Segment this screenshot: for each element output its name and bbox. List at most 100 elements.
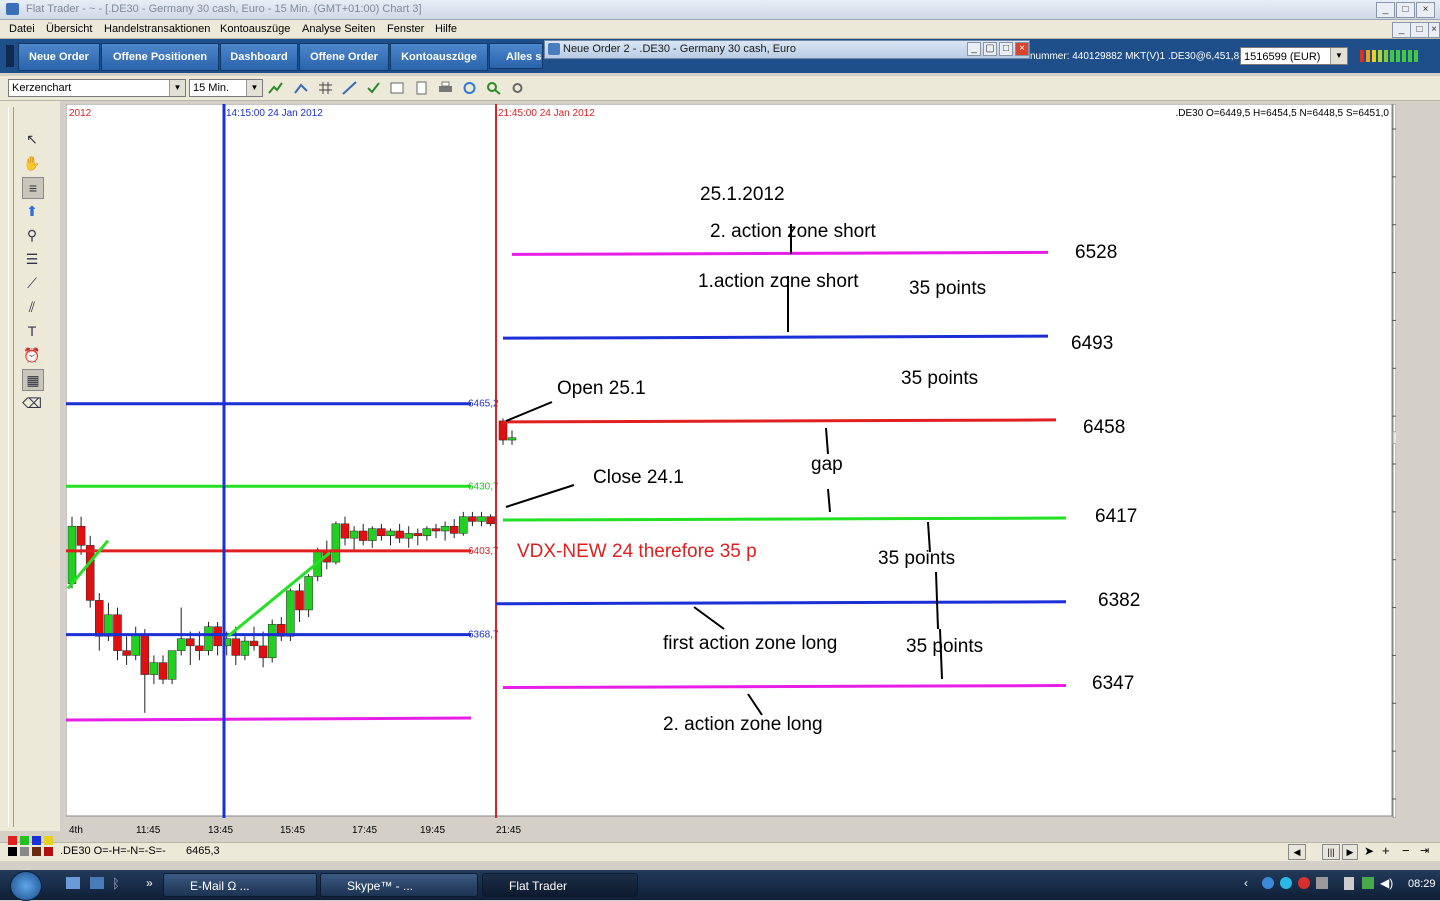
grid-icon[interactable] bbox=[318, 81, 333, 95]
menu-analyse-seiten[interactable]: Analyse Seiten bbox=[302, 23, 375, 35]
fit-icon[interactable]: ⇥ bbox=[1420, 844, 1429, 857]
text-tool-icon[interactable]: T bbox=[22, 321, 42, 341]
show-desktop-icon[interactable] bbox=[66, 877, 80, 889]
minimize-icon[interactable]: _ bbox=[1376, 2, 1395, 18]
mdi-minimize-icon[interactable]: _ bbox=[1392, 22, 1411, 38]
tray-update-icon[interactable] bbox=[1362, 877, 1374, 889]
tab-dashboard[interactable]: Dashboard bbox=[220, 43, 298, 71]
annotation-points-2: 35 points bbox=[901, 368, 978, 389]
level-line-right[interactable] bbox=[502, 516, 1067, 522]
color-swatch-darkred[interactable] bbox=[44, 847, 53, 856]
mdi-close-icon[interactable]: × bbox=[1428, 22, 1440, 38]
color-swatch-gray[interactable] bbox=[20, 847, 29, 856]
chart-area[interactable]: 6580,06560,06540,06520,06500,06480,06460… bbox=[66, 104, 1396, 818]
tab-alles[interactable]: Alles s bbox=[489, 43, 543, 69]
chevron-down-icon[interactable]: ▼ bbox=[1330, 48, 1347, 64]
tab-neue-order[interactable]: Neue Order bbox=[18, 43, 100, 71]
fibonacci-icon[interactable]: ☰ bbox=[22, 249, 42, 269]
mdi-restore-icon[interactable]: □ bbox=[1410, 22, 1429, 38]
hand-icon[interactable]: ✋ bbox=[22, 153, 42, 173]
tab-kontoauszuege[interactable]: Kontoauszüge bbox=[390, 43, 488, 71]
order-close-icon[interactable]: × bbox=[1015, 42, 1029, 56]
refresh-icon[interactable] bbox=[462, 81, 477, 95]
level-line-right[interactable] bbox=[502, 418, 1057, 424]
tray-battery-icon[interactable] bbox=[1344, 877, 1354, 890]
start-button[interactable] bbox=[10, 871, 42, 901]
order-maximize-icon[interactable]: □ bbox=[999, 42, 1013, 56]
color-swatch-red[interactable] bbox=[8, 836, 17, 845]
color-swatch-blue[interactable] bbox=[32, 836, 41, 845]
annotation-open: Open 25.1 bbox=[557, 378, 646, 399]
quicklaunch-more-icon[interactable]: » bbox=[146, 876, 153, 890]
menu-uebersicht[interactable]: Übersicht bbox=[46, 23, 92, 35]
candle-body bbox=[231, 638, 241, 656]
print-icon[interactable] bbox=[438, 81, 453, 95]
scroll-thumb[interactable]: ||| bbox=[1322, 844, 1340, 860]
volume-icon[interactable]: ◀) bbox=[1380, 876, 1393, 890]
tray-skype-icon[interactable] bbox=[1280, 877, 1292, 889]
level-line-left[interactable] bbox=[66, 716, 472, 722]
zoom-in-icon[interactable]: + bbox=[1382, 843, 1390, 858]
check-icon[interactable] bbox=[366, 81, 381, 95]
task-email[interactable]: E-Mail Ω ... bbox=[163, 873, 317, 897]
color-swatch-green[interactable] bbox=[20, 836, 29, 845]
zoom-icon[interactable] bbox=[486, 81, 501, 95]
menu-kontoauszuege[interactable]: Kontoauszüge bbox=[220, 23, 290, 35]
pointer-icon[interactable]: ↖ bbox=[22, 129, 42, 149]
tab-offene-order[interactable]: Offene Order bbox=[299, 43, 389, 71]
zoom-tool-icon[interactable]: ⚲ bbox=[22, 225, 42, 245]
account-select[interactable]: 1516599 (EUR) ▼ bbox=[1240, 47, 1348, 65]
scroll-right-icon[interactable]: ▶ bbox=[1342, 844, 1358, 860]
maximize-icon[interactable]: □ bbox=[1396, 2, 1415, 18]
current-price-tag bbox=[1392, 431, 1396, 445]
calculator-icon[interactable]: ▦ bbox=[22, 369, 44, 391]
close-icon[interactable]: × bbox=[1416, 2, 1435, 18]
draw-line-icon[interactable] bbox=[342, 81, 357, 95]
trendline-icon[interactable]: ⟋ bbox=[22, 273, 42, 293]
task-skype[interactable]: Skype™ - ... bbox=[320, 873, 478, 897]
crosshair-icon[interactable]: ≡ bbox=[22, 177, 44, 199]
color-swatch-black[interactable] bbox=[8, 847, 17, 856]
switch-windows-icon[interactable] bbox=[90, 877, 104, 889]
edit-icon[interactable] bbox=[390, 81, 405, 95]
window-title: Flat Trader - ~ - [.DE30 - Germany 30 ca… bbox=[26, 3, 422, 15]
delete-drawings-icon[interactable]: ⌫ bbox=[22, 393, 42, 413]
chevron-down-icon[interactable]: ▼ bbox=[246, 80, 262, 96]
tray-device-icon[interactable] bbox=[1316, 877, 1328, 889]
timeframe-select[interactable]: 15 Min. ▼ bbox=[189, 79, 263, 97]
level-line-right[interactable] bbox=[495, 600, 1067, 606]
scroll-left-icon[interactable]: ◀ bbox=[1288, 844, 1306, 860]
order-minimize-icon[interactable]: _ bbox=[967, 42, 981, 56]
level-line-right[interactable] bbox=[502, 684, 1067, 690]
level-line-right[interactable] bbox=[511, 250, 1049, 256]
menu-hilfe[interactable]: Hilfe bbox=[435, 23, 457, 35]
plot-background[interactable] bbox=[66, 104, 1393, 817]
color-swatch-yellow[interactable] bbox=[44, 836, 53, 845]
zoom-out-icon[interactable]: − bbox=[1402, 843, 1410, 858]
task-flat-trader[interactable]: Flat Trader bbox=[482, 873, 638, 897]
alarm-icon[interactable]: ⏰ bbox=[22, 345, 42, 365]
tray-security-icon[interactable] bbox=[1298, 877, 1310, 889]
add-indicator-icon[interactable] bbox=[268, 81, 283, 95]
document-icon[interactable] bbox=[414, 81, 429, 95]
trend-icon[interactable] bbox=[294, 81, 309, 95]
menu-datei[interactable]: Datei bbox=[9, 23, 35, 35]
chevron-down-icon[interactable]: ▼ bbox=[169, 80, 185, 96]
order-window-titlebar[interactable]: Neue Order 2 - .DE30 - Germany 30 cash, … bbox=[544, 40, 1030, 59]
tray-network-icon[interactable] bbox=[1262, 877, 1274, 889]
color-swatch-brown[interactable] bbox=[32, 847, 41, 856]
candlestick-chart[interactable]: 6580,06560,06540,06520,06500,06480,06460… bbox=[66, 104, 1396, 818]
menu-fenster[interactable]: Fenster bbox=[387, 23, 424, 35]
candle-body bbox=[368, 528, 377, 541]
settings-icon[interactable] bbox=[510, 81, 525, 95]
tray-expand-icon[interactable]: ‹ bbox=[1244, 876, 1248, 890]
chart-type-select[interactable]: Kerzenchart ▼ bbox=[8, 79, 186, 97]
bluetooth-icon[interactable]: ᛒ bbox=[112, 876, 120, 891]
channel-icon[interactable]: ⫽ bbox=[22, 297, 42, 317]
arrow-up-icon[interactable]: ⬆ bbox=[22, 201, 42, 221]
step-right-icon[interactable]: ➤ bbox=[1364, 844, 1374, 858]
order-restore-icon[interactable]: ▢ bbox=[983, 42, 997, 56]
tab-offene-positionen[interactable]: Offene Positionen bbox=[101, 43, 219, 71]
level-line-right[interactable] bbox=[502, 334, 1049, 340]
menu-handelstransaktionen[interactable]: Handelstransaktionen bbox=[104, 23, 210, 35]
